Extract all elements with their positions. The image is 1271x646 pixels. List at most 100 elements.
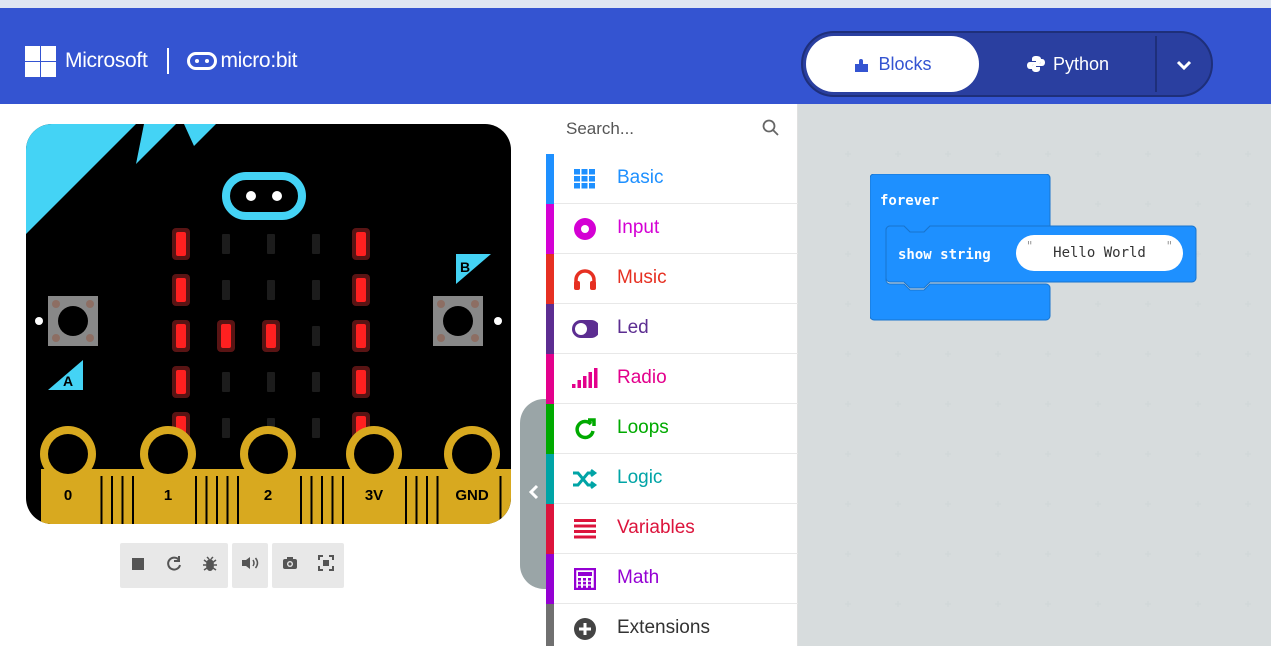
blocks-workspace[interactable]: forever show string " Hello World " <box>798 104 1271 646</box>
category-color-bar <box>546 554 554 604</box>
led-off <box>222 418 230 438</box>
string-value-input[interactable]: " Hello World " <box>1016 235 1183 271</box>
category-color-bar <box>546 354 554 404</box>
headphones-icon <box>572 267 598 291</box>
category-label: Music <box>617 267 667 288</box>
toolbox-category-math[interactable]: Math <box>546 554 798 604</box>
category-label: Led <box>617 317 649 338</box>
category-label: Math <box>617 567 660 588</box>
category-label: Variables <box>617 517 695 538</box>
toolbox-category-loops[interactable]: Loops <box>546 404 798 454</box>
signal-bars-icon <box>572 367 598 391</box>
grid-icon <box>572 167 598 191</box>
led-on <box>356 278 366 302</box>
tab-python[interactable]: Python <box>983 36 1153 92</box>
brand-microbit: micro:bit <box>220 49 298 72</box>
led-on <box>356 232 366 256</box>
python-icon <box>1026 55 1045 73</box>
category-color-bar <box>546 404 554 454</box>
restart-icon <box>165 554 183 577</box>
circle-dot-icon <box>572 217 598 241</box>
shuffle-icon <box>572 467 598 491</box>
fullscreen-button[interactable] <box>308 543 344 588</box>
toolbox-category-led[interactable]: Led <box>546 304 798 354</box>
toolbox-category-music[interactable]: Music <box>546 254 798 304</box>
close-quote: " <box>1165 239 1173 253</box>
speaker-icon <box>241 556 259 575</box>
touch-logo-icon <box>222 172 306 220</box>
camera-icon <box>282 556 298 575</box>
toolbox-category-basic[interactable]: Basic <box>546 154 798 204</box>
toolbox-category-extensions[interactable]: Extensions <box>546 604 798 646</box>
screenshot-button[interactable] <box>272 543 308 588</box>
stop-button[interactable] <box>120 543 156 588</box>
toolbox-category-input[interactable]: Input <box>546 204 798 254</box>
toggle-separator <box>1155 36 1157 92</box>
category-label: Logic <box>617 467 663 488</box>
language-dropdown-button[interactable] <box>1158 36 1210 92</box>
sim-controls-group <box>120 543 228 588</box>
toolbox-category-logic[interactable]: Logic <box>546 454 798 504</box>
led-off <box>312 234 320 254</box>
led-on <box>176 278 186 302</box>
led-off <box>222 372 230 392</box>
led-off <box>312 326 320 346</box>
led-off <box>222 280 230 300</box>
restart-button[interactable] <box>156 543 192 588</box>
chevron-left-icon <box>528 483 540 506</box>
brand[interactable]: Microsoft micro:bit <box>25 45 298 77</box>
puzzle-piece-icon <box>853 56 870 73</box>
pin-label-1: 1 <box>164 487 172 504</box>
simulator-panel: B A 0 1 2 3V GND <box>0 104 546 646</box>
toolbox-category-radio[interactable]: Radio <box>546 354 798 404</box>
editor-toggle: Blocks Python <box>801 31 1213 97</box>
pin-label-3v: 3V <box>365 487 383 504</box>
string-value-text: Hello World <box>1053 245 1146 261</box>
category-color-bar <box>546 204 554 254</box>
toggle-icon <box>572 317 598 341</box>
debug-button[interactable] <box>192 543 228 588</box>
category-color-bar <box>546 454 554 504</box>
button-a-label: A <box>63 373 73 389</box>
tab-blocks-label: Blocks <box>878 53 932 74</box>
pin-label-0: 0 <box>64 487 72 504</box>
open-quote: " <box>1026 239 1034 253</box>
makecode-editor: Microsoft micro:bit Blocks Python B A 0 … <box>0 0 1271 646</box>
toolbox-category-variables[interactable]: Variables <box>546 504 798 554</box>
mute-button[interactable] <box>232 543 268 588</box>
microbit-logo-icon <box>187 52 218 70</box>
led-on <box>221 324 231 348</box>
category-label: Loops <box>617 417 669 438</box>
brand-separator <box>167 48 170 74</box>
search-input[interactable]: Search... <box>566 119 634 139</box>
led-on <box>176 232 186 256</box>
list-icon <box>572 517 598 541</box>
collapse-simulator-button[interactable] <box>520 399 548 589</box>
simulator-toolbar <box>120 543 344 588</box>
forever-label: forever <box>880 193 940 209</box>
category-color-bar <box>546 304 554 354</box>
browser-strip <box>0 0 1271 8</box>
led-off <box>312 372 320 392</box>
calculator-icon <box>572 567 598 591</box>
pin-label-2: 2 <box>264 487 272 504</box>
led-off <box>267 234 275 254</box>
loop-arrow-icon <box>572 417 598 441</box>
header: Microsoft micro:bit Blocks Python <box>0 8 1271 104</box>
toolbox-search[interactable]: Search... <box>546 104 798 154</box>
led-matrix <box>172 228 370 444</box>
led-on <box>266 324 276 348</box>
led-on <box>356 370 366 394</box>
led-on <box>176 324 186 348</box>
led-off <box>267 372 275 392</box>
led-on <box>356 324 366 348</box>
show-string-label: show string <box>898 247 991 263</box>
sim-audio-group <box>232 543 268 588</box>
led-off <box>267 280 275 300</box>
led-off <box>312 418 320 438</box>
plus-circle-icon <box>572 617 598 641</box>
search-icon[interactable] <box>762 119 780 142</box>
board-graphic: B A 0 1 2 3V GND <box>26 124 511 524</box>
pin-label-gnd: GND <box>455 487 489 504</box>
tab-blocks[interactable]: Blocks <box>806 36 979 92</box>
